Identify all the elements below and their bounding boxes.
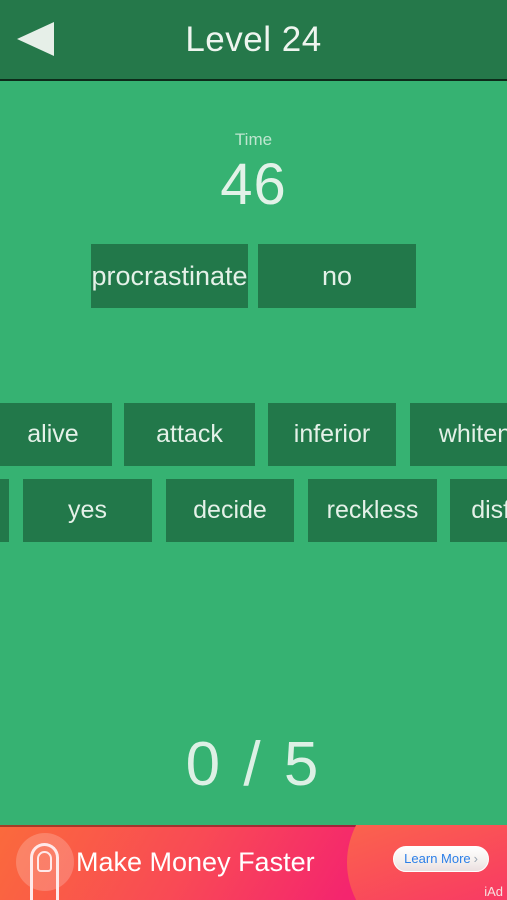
word-tile-label: decide bbox=[193, 496, 267, 524]
score-display: 0 / 5 bbox=[185, 730, 322, 799]
word-tile[interactable]: whiten bbox=[410, 403, 507, 466]
word-tile[interactable]: alive bbox=[0, 403, 112, 466]
timer-value: 46 bbox=[220, 152, 287, 217]
word-tile-label: attack bbox=[156, 420, 223, 448]
word-tile-label: alive bbox=[27, 420, 79, 448]
word-tile[interactable]: decide bbox=[166, 479, 294, 542]
page-title: Level 24 bbox=[185, 20, 322, 59]
word-tile[interactable]: disfavor bbox=[450, 479, 507, 542]
word-row-one[interactable]: alive attack inferior whiten bbox=[0, 403, 507, 466]
word-tile[interactable]: inferior bbox=[268, 403, 396, 466]
word-tile[interactable] bbox=[0, 479, 9, 542]
header-divider bbox=[0, 79, 507, 81]
word-tile[interactable]: attack bbox=[124, 403, 255, 466]
header-bar: Level 24 bbox=[0, 0, 507, 79]
ad-headline: Make Money Faster bbox=[76, 847, 315, 877]
target-word-tile[interactable]: procrastinate bbox=[91, 244, 248, 308]
word-tile-label: inferior bbox=[293, 420, 371, 448]
finger-nail-icon bbox=[37, 851, 52, 872]
word-tile-label: whiten bbox=[438, 420, 507, 448]
word-tile-label: disfavor bbox=[471, 496, 507, 524]
game-screen: Level 24 Time 46 procrastinate no alive at… bbox=[0, 0, 507, 900]
word-row-two[interactable]: yes decide reckless disfavor bbox=[0, 479, 507, 542]
learn-more-button[interactable]: Learn More › bbox=[393, 846, 489, 872]
ad-network-tag: iAd bbox=[484, 884, 503, 899]
word-tile-label: reckless bbox=[326, 496, 419, 524]
target-word-row: procrastinate no bbox=[0, 244, 507, 308]
chevron-right-icon: › bbox=[473, 851, 478, 866]
target-word-tile-label: no bbox=[321, 260, 353, 291]
target-word-tile-label: procrastinate bbox=[91, 260, 248, 291]
word-tile-label: yes bbox=[68, 496, 107, 524]
timer-label: Time bbox=[234, 130, 273, 149]
word-tile[interactable]: yes bbox=[23, 479, 152, 542]
target-word-tile[interactable]: no bbox=[258, 244, 416, 308]
word-tile[interactable]: reckless bbox=[308, 479, 437, 542]
learn-more-label: Learn More bbox=[404, 851, 471, 866]
ad-banner[interactable]: Make Money Faster Learn More › iAd bbox=[0, 825, 507, 900]
